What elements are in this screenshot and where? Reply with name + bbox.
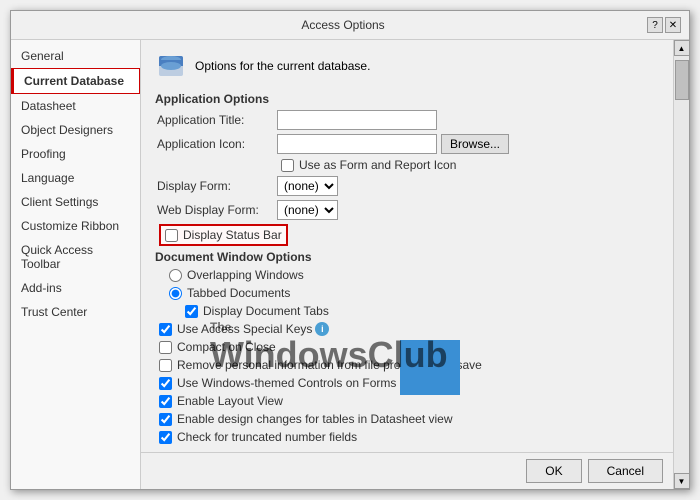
web-display-form-row: Web Display Form: (none)	[155, 200, 659, 220]
enable-design-changes-checkbox[interactable]	[159, 413, 172, 426]
blue-square-decoration	[400, 340, 460, 395]
check-truncated-label: Check for truncated number fields	[177, 430, 357, 444]
sidebar-item-add-ins[interactable]: Add-ins	[11, 276, 140, 300]
remove-personal-info-checkbox[interactable]	[159, 359, 172, 372]
application-options-label: Application Options	[155, 92, 659, 106]
sidebar-item-client-settings[interactable]: Client Settings	[11, 190, 140, 214]
tabbed-documents-row: Tabbed Documents	[165, 286, 659, 300]
scrollbar: ▲ ▼	[673, 40, 689, 489]
use-as-form-label: Use as Form and Report Icon	[299, 158, 456, 172]
display-form-label: Display Form:	[157, 179, 277, 193]
dialog-body: General Current Database Datasheet Objec…	[11, 40, 689, 489]
enable-layout-view-checkbox[interactable]	[159, 395, 172, 408]
overlapping-windows-row: Overlapping Windows	[165, 268, 659, 282]
section-header: Options for the current database.	[155, 50, 659, 82]
use-access-special-keys-label: Use Access Special Keys	[177, 322, 312, 336]
ok-button[interactable]: OK	[526, 459, 581, 483]
sidebar-item-general[interactable]: General	[11, 44, 140, 68]
use-windows-themed-label: Use Windows-themed Controls on Forms	[177, 376, 396, 390]
use-as-form-checkbox[interactable]	[281, 159, 294, 172]
use-access-special-keys-row: Use Access Special Keys i	[155, 322, 659, 336]
display-document-tabs-label: Display Document Tabs	[203, 304, 329, 318]
close-button[interactable]: ✕	[665, 17, 681, 33]
scroll-up-button[interactable]: ▲	[674, 40, 690, 56]
access-options-dialog: Access Options ? ✕ General Current Datab…	[10, 10, 690, 490]
display-status-bar-label: Display Status Bar	[183, 228, 282, 242]
use-windows-themed-checkbox[interactable]	[159, 377, 172, 390]
check-truncated-checkbox[interactable]	[159, 431, 172, 444]
application-icon-label: Application Icon:	[157, 137, 277, 151]
sidebar-item-customize-ribbon[interactable]: Customize Ribbon	[11, 214, 140, 238]
display-status-bar-highlight: Display Status Bar	[159, 224, 288, 246]
application-icon-input[interactable]	[277, 134, 437, 154]
use-as-form-row: Use as Form and Report Icon	[155, 158, 659, 172]
sidebar-item-datasheet[interactable]: Datasheet	[11, 94, 140, 118]
sidebar-item-object-designers[interactable]: Object Designers	[11, 118, 140, 142]
display-status-bar-row: Display Status Bar	[155, 224, 659, 246]
document-window-label: Document Window Options	[155, 250, 659, 264]
application-title-label: Application Title:	[157, 113, 277, 127]
sidebar-item-trust-center[interactable]: Trust Center	[11, 300, 140, 324]
database-icon	[155, 50, 187, 82]
display-form-row: Display Form: (none)	[155, 176, 659, 196]
help-button[interactable]: ?	[647, 17, 663, 33]
scrollbar-thumb[interactable]	[675, 60, 689, 100]
scrollbar-track	[674, 56, 689, 473]
sidebar-item-language[interactable]: Language	[11, 166, 140, 190]
title-bar-controls: ? ✕	[647, 17, 681, 33]
sidebar-item-proofing[interactable]: Proofing	[11, 142, 140, 166]
enable-design-changes-row: Enable design changes for tables in Data…	[155, 412, 659, 426]
tabbed-documents-label: Tabbed Documents	[187, 286, 290, 300]
application-title-row: Application Title:	[155, 110, 659, 130]
cancel-button[interactable]: Cancel	[588, 459, 663, 483]
main-content: Options for the current database. Applic…	[141, 40, 673, 489]
bottom-bar: OK Cancel	[141, 452, 673, 489]
display-form-select[interactable]: (none)	[277, 176, 338, 196]
enable-design-changes-label: Enable design changes for tables in Data…	[177, 412, 453, 426]
sidebar-item-current-database[interactable]: Current Database	[11, 68, 140, 94]
title-bar: Access Options ? ✕	[11, 11, 689, 40]
tabbed-documents-radio[interactable]	[169, 287, 182, 300]
document-window-section: Overlapping Windows Tabbed Documents Dis…	[165, 268, 659, 318]
use-access-special-keys-checkbox[interactable]	[159, 323, 172, 336]
web-display-form-select[interactable]: (none)	[277, 200, 338, 220]
scroll-down-button[interactable]: ▼	[674, 473, 690, 489]
sidebar-item-quick-access-toolbar[interactable]: Quick Access Toolbar	[11, 238, 140, 276]
dialog-title: Access Options	[39, 18, 647, 32]
display-document-tabs-checkbox[interactable]	[185, 305, 198, 318]
sidebar: General Current Database Datasheet Objec…	[11, 40, 141, 489]
display-document-tabs-row: Display Document Tabs	[165, 304, 659, 318]
check-truncated-row: Check for truncated number fields	[155, 430, 659, 444]
compact-on-close-label: Compact on Close	[177, 340, 276, 354]
compact-on-close-checkbox[interactable]	[159, 341, 172, 354]
web-display-form-label: Web Display Form:	[157, 203, 277, 217]
enable-layout-view-row: Enable Layout View	[155, 394, 659, 408]
header-text: Options for the current database.	[195, 59, 370, 73]
overlapping-windows-radio[interactable]	[169, 269, 182, 282]
display-status-bar-checkbox[interactable]	[165, 229, 178, 242]
info-icon[interactable]: i	[315, 322, 329, 336]
overlapping-windows-label: Overlapping Windows	[187, 268, 304, 282]
browse-button[interactable]: Browse...	[441, 134, 509, 154]
application-title-input[interactable]	[277, 110, 437, 130]
enable-layout-view-label: Enable Layout View	[177, 394, 283, 408]
application-icon-row: Application Icon: Browse...	[155, 134, 659, 154]
